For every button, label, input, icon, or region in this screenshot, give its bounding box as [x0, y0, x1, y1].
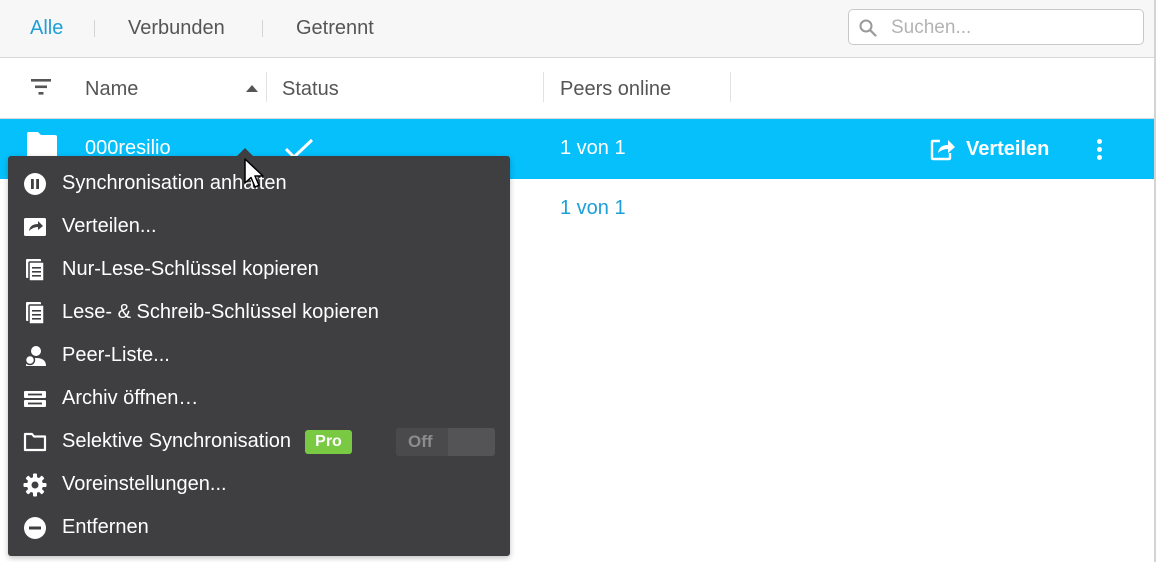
- menu-item-open-archive[interactable]: Archiv öffnen…: [8, 378, 510, 420]
- column-peers-header[interactable]: Peers online: [560, 78, 671, 101]
- filter-icon[interactable]: [30, 78, 52, 96]
- tab-divider: [94, 20, 95, 37]
- search-icon: [859, 19, 877, 37]
- peers-online-value: 1 von 1: [560, 137, 626, 159]
- menu-item-share[interactable]: Verteilen...: [8, 206, 510, 248]
- menu-item-label: Nur-Lese-Schlüssel kopieren: [62, 258, 319, 280]
- table-header: Name Status Peers online: [0, 58, 1154, 119]
- share-arrow-icon: [24, 218, 46, 236]
- minus-circle-icon: [24, 517, 46, 539]
- menu-item-remove[interactable]: Entfernen: [8, 507, 510, 549]
- column-divider: [266, 72, 267, 102]
- archive-icon: [24, 391, 46, 407]
- menu-item-label: Archiv öffnen…: [62, 387, 199, 409]
- menu-item-label: Selektive Synchronisation: [62, 430, 292, 452]
- menu-item-label: Lese- & Schreib-Schlüssel kopieren: [62, 301, 379, 323]
- column-divider: [730, 72, 731, 102]
- share-button-label: Verteilen: [966, 137, 1050, 160]
- menu-item-label: Verteilen...: [62, 215, 157, 237]
- column-status-header[interactable]: Status: [282, 78, 339, 101]
- gear-icon: [23, 473, 47, 497]
- tab-connected[interactable]: Verbunden: [128, 17, 225, 40]
- menu-item-label: Entfernen: [62, 516, 149, 538]
- column-name-header[interactable]: Name: [85, 78, 138, 101]
- selective-sync-toggle[interactable]: Off: [396, 428, 495, 456]
- menu-item-copy-readwrite-key[interactable]: Lese- & Schreib-Schlüssel kopieren: [8, 292, 510, 334]
- filter-tab-bar: Alle Verbunden Getrennt: [0, 0, 1154, 58]
- peers-online-value: 1 von 1: [560, 197, 626, 219]
- person-icon: [24, 346, 46, 366]
- tab-divider: [262, 20, 263, 37]
- document-copy-icon: [26, 302, 45, 325]
- mouse-cursor-icon: [244, 158, 264, 188]
- menu-pointer: [237, 148, 253, 156]
- context-menu: Synchronisation anhalten Verteilen... Nu…: [8, 148, 510, 556]
- share-button[interactable]: Verteilen: [930, 135, 1049, 163]
- menu-item-label: Voreinstellungen...: [62, 473, 227, 495]
- pause-circle-icon: [24, 173, 46, 195]
- folder-icon: [27, 132, 57, 158]
- document-copy-icon: [26, 259, 45, 282]
- share-icon: [930, 139, 955, 161]
- menu-item-peer-list[interactable]: Peer-Liste...: [8, 335, 510, 377]
- more-options-icon[interactable]: [1090, 137, 1110, 163]
- menu-item-preferences[interactable]: Voreinstellungen...: [8, 464, 510, 506]
- pro-badge: Pro: [305, 430, 352, 454]
- tab-all[interactable]: Alle: [30, 17, 63, 40]
- menu-item-copy-readonly-key[interactable]: Nur-Lese-Schlüssel kopieren: [8, 249, 510, 291]
- tab-disconnected[interactable]: Getrennt: [296, 17, 374, 40]
- menu-item-label: Peer-Liste...: [62, 344, 170, 366]
- column-divider: [543, 72, 544, 102]
- window-frame-edge: [1154, 0, 1156, 562]
- search-input[interactable]: [891, 15, 1131, 41]
- sort-ascending-icon[interactable]: [246, 85, 258, 92]
- search-box[interactable]: [848, 9, 1144, 45]
- folder-outline-icon: [23, 432, 47, 452]
- toggle-state-label: Off: [408, 432, 433, 451]
